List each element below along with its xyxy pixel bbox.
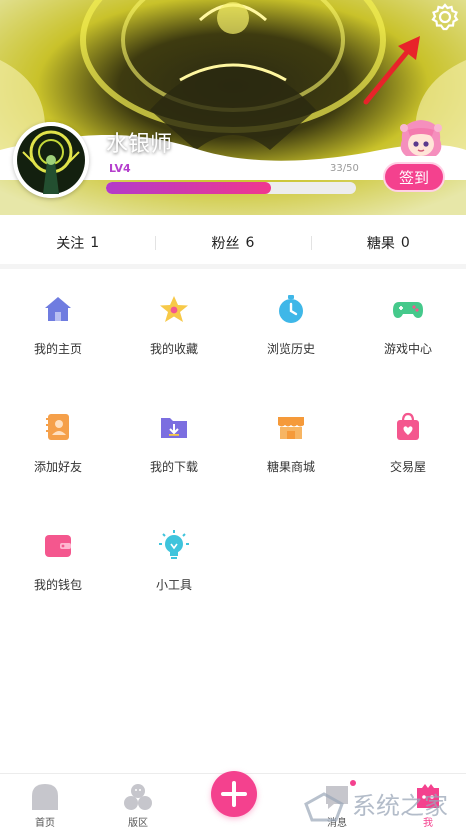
shop-icon [278, 417, 304, 439]
plus-icon [221, 781, 247, 807]
menu-item-trading-house[interactable]: 交易屋 [350, 387, 466, 487]
exp-progress-bar [106, 182, 356, 194]
nav-home[interactable]: 首页 [0, 774, 90, 829]
stat-value: 6 [245, 235, 255, 251]
me-icon [417, 784, 439, 808]
menu-item-my-homepage[interactable]: 我的主页 [0, 269, 116, 369]
menu-item-label: 我的主页 [33, 342, 82, 356]
level-badge: LV4 [109, 162, 131, 175]
menu-item-favorites[interactable]: 我的收藏 [116, 269, 232, 369]
stat-label: 粉丝 [211, 236, 240, 252]
bottom-nav: 首页 版区 消息 我 [0, 771, 466, 829]
home-nav-icon [32, 784, 58, 810]
menu-item-label: 添加好友 [33, 460, 82, 474]
menu-item-candy-shop[interactable]: 糖果商城 [233, 387, 349, 487]
home-icon [45, 297, 71, 321]
stat-following[interactable]: 关注 1 [0, 226, 155, 260]
settings-gear-icon[interactable] [428, 0, 462, 34]
exp-text: 33/50 [330, 163, 359, 174]
menu-item-downloads[interactable]: 我的下载 [116, 387, 232, 487]
signin-button[interactable]: 签到 [383, 162, 445, 192]
add-friend-icon [46, 414, 69, 440]
username: 水银师 [106, 132, 173, 157]
menu-item-label: 糖果商城 [266, 460, 315, 474]
menu-item-history[interactable]: 浏览历史 [233, 269, 349, 369]
menu-item-tools[interactable]: 小工具 [116, 505, 232, 605]
stat-value: 1 [90, 235, 100, 251]
shopping-bag-icon [397, 412, 419, 440]
clock-icon [279, 295, 303, 323]
post-plus-button[interactable] [211, 771, 257, 817]
menu-item-add-friend[interactable]: 添加好友 [0, 387, 116, 487]
stat-fans[interactable]: 粉丝 6 [155, 226, 310, 260]
nav-community[interactable]: 版区 [93, 774, 183, 829]
unread-dot [350, 780, 356, 786]
stat-value: 0 [400, 235, 410, 251]
stat-label: 糖果 [366, 236, 395, 252]
menu-item-label: 我的下载 [149, 460, 198, 474]
mascot-girl-icon [400, 120, 442, 156]
gamepad-icon [393, 302, 423, 318]
menu-item-label: 交易屋 [389, 460, 426, 474]
wallet-icon [45, 535, 71, 557]
exp-progress-fill [106, 182, 271, 194]
download-folder-icon [161, 418, 187, 438]
menu-item-label: 浏览历史 [266, 342, 315, 356]
lightbulb-icon [159, 530, 189, 559]
menu-item-label: 游戏中心 [383, 342, 432, 356]
star-icon [160, 296, 188, 322]
nav-me[interactable]: 我 [383, 774, 466, 829]
menu-item-label: 小工具 [155, 578, 192, 592]
menu-item-label: 我的钱包 [33, 578, 82, 592]
stat-label: 关注 [56, 236, 85, 252]
stats-row: 关注 1 粉丝 6 糖果 0 [0, 226, 466, 260]
menu-item-game-center[interactable]: 游戏中心 [350, 269, 466, 369]
annotation-arrow [363, 36, 420, 105]
community-icon [124, 784, 152, 810]
stat-candy[interactable]: 糖果 0 [310, 226, 466, 260]
message-icon [326, 786, 348, 809]
avatar[interactable] [13, 122, 89, 198]
menu-item-label: 我的收藏 [149, 342, 198, 356]
menu-item-wallet[interactable]: 我的钱包 [0, 505, 116, 605]
nav-messages[interactable]: 消息 [292, 774, 382, 829]
